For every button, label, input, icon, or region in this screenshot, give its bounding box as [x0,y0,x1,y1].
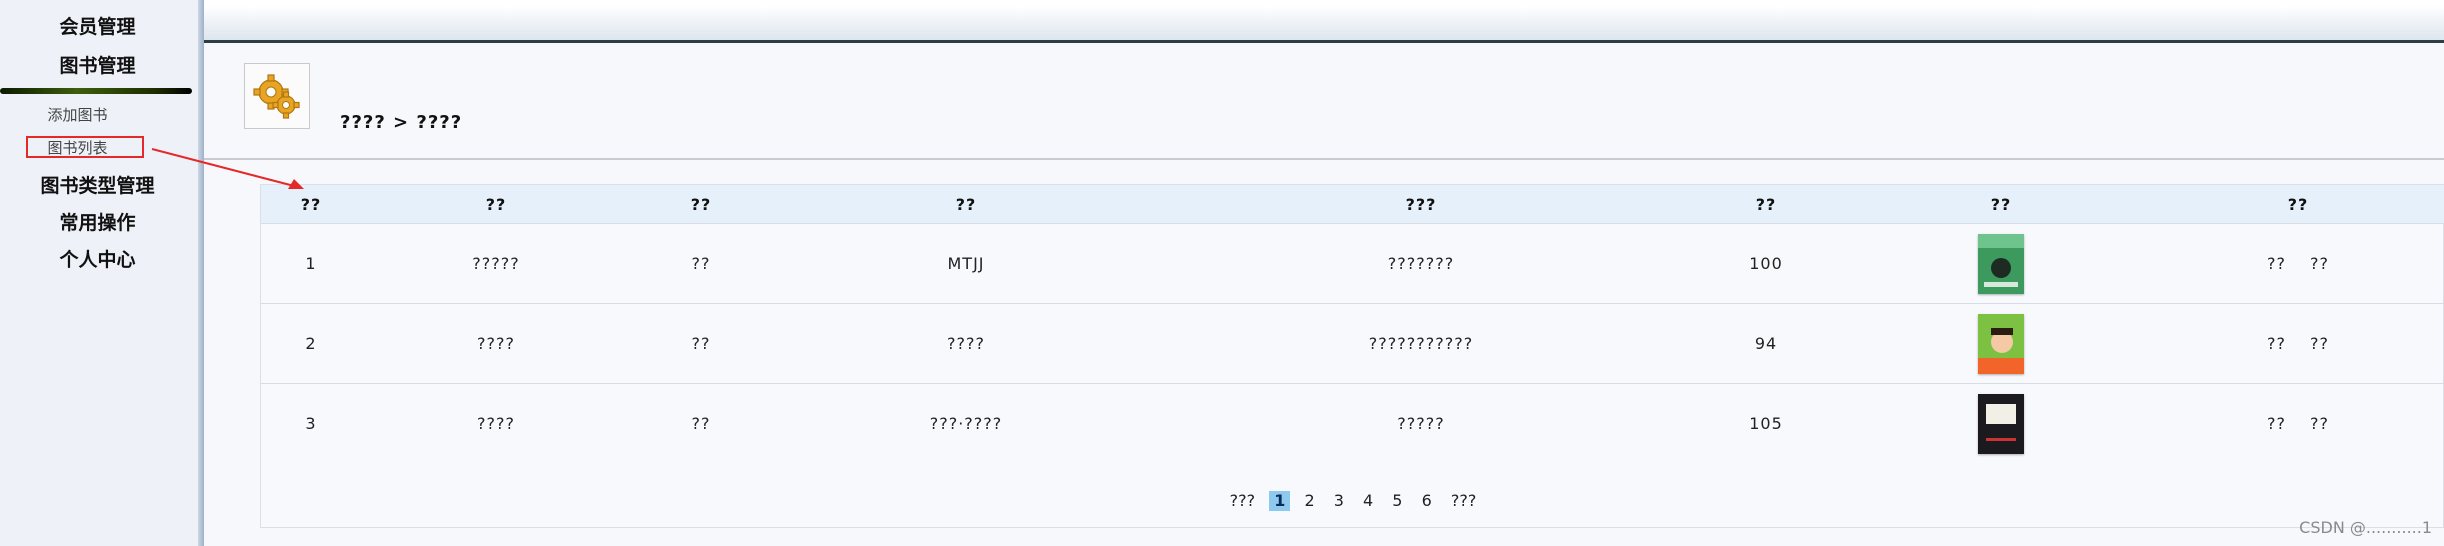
row-action-link[interactable]: ?? [2267,414,2286,433]
pager-page[interactable]: 6 [1417,491,1437,511]
cell-no: 1 [261,223,361,304]
book-cover-image [1978,393,2024,454]
cell-author: MTJJ [771,223,1161,304]
column-header: ?? [631,185,771,224]
header-divider [204,158,2444,160]
row-action-link[interactable]: ?? [2267,254,2286,273]
cell-no: 2 [261,303,361,384]
column-header: ?? [2151,185,2444,224]
pager-page[interactable]: 3 [1329,491,1349,511]
row-action-link[interactable]: ?? [2310,414,2329,433]
cell-author: ???? [771,303,1161,384]
cell-name: ???? [361,303,631,384]
cell-type: ?? [631,383,771,463]
cell-no: 3 [261,383,361,463]
top-strip [204,6,2444,43]
pager-page[interactable]: 4 [1358,491,1378,511]
breadcrumb: ???? > ???? [340,112,463,133]
cell-type: ?? [631,303,771,384]
pagination: ??? 1 2 3 4 5 6 ??? [261,491,2444,511]
pager-page[interactable]: 5 [1387,491,1407,511]
menu-common-operations[interactable]: 常用操作 [0,208,195,235]
column-header: ?? [361,185,631,224]
main-content: ???? > ???? ?? ?? ?? ?? ??? ?? ?? ?? 1 ?… [204,6,2444,546]
menu-personal-center[interactable]: 个人中心 [0,245,195,272]
cell-cover [1851,223,2151,304]
cell-publisher: ??????? [1161,223,1681,304]
annotation-highlight-box [26,136,144,158]
cell-type: ?? [631,223,771,304]
submenu-add-book[interactable]: 添加图书 [0,104,155,125]
menu-member-management[interactable]: 会员管理 [0,12,195,39]
watermark: CSDN @...........1 [2299,518,2432,537]
gear-icon [244,63,310,129]
pager-prev[interactable]: ??? [1225,491,1260,511]
table-header-row: ?? ?? ?? ?? ??? ?? ?? ?? [261,185,2444,224]
cell-count: 105 [1681,383,1851,463]
table-row: 2 ???? ?? ???? ??????????? 94 ?? ?? [261,303,2444,384]
table-row: 3 ???? ?? ???·???? ????? 105 ?? ?? [261,383,2444,463]
pager-page[interactable]: 2 [1299,491,1319,511]
book-cover-image [1978,313,2024,374]
row-action-link[interactable]: ?? [2310,334,2329,353]
row-action-link[interactable]: ?? [2310,254,2329,273]
annotation-arrow [151,148,304,189]
column-header: ?? [1681,185,1851,224]
book-table: ?? ?? ?? ?? ??? ?? ?? ?? 1 ????? ?? MTJJ… [261,185,2444,463]
cell-operations: ???? [2151,303,2444,384]
cell-cover [1851,383,2151,463]
menu-divider [0,88,192,94]
column-header: ?? [771,185,1161,224]
pager-next[interactable]: ??? [1446,491,1481,511]
book-cover-image [1978,233,2024,294]
column-header: ??? [1161,185,1681,224]
menu-book-management[interactable]: 图书管理 [0,51,195,78]
cell-operations: ???? [2151,223,2444,304]
cell-count: 100 [1681,223,1851,304]
cell-publisher: ??????????? [1161,303,1681,384]
cell-publisher: ????? [1161,383,1681,463]
cell-cover [1851,303,2151,384]
cell-author: ???·???? [771,383,1161,463]
column-header: ?? [1851,185,2151,224]
table-row: 1 ????? ?? MTJJ ??????? 100 ?? ?? [261,223,2444,304]
cell-name: ????? [361,223,631,304]
pager-page-current[interactable]: 1 [1269,491,1291,511]
sidebar: 会员管理 图书管理 添加图书 图书列表 图书类型管理 常用操作 个人中心 [0,0,203,546]
cell-count: 94 [1681,303,1851,384]
row-action-link[interactable]: ?? [2267,334,2286,353]
cell-operations: ???? [2151,383,2444,463]
cell-name: ???? [361,383,631,463]
book-table-panel: ?? ?? ?? ?? ??? ?? ?? ?? 1 ????? ?? MTJJ… [260,184,2444,528]
